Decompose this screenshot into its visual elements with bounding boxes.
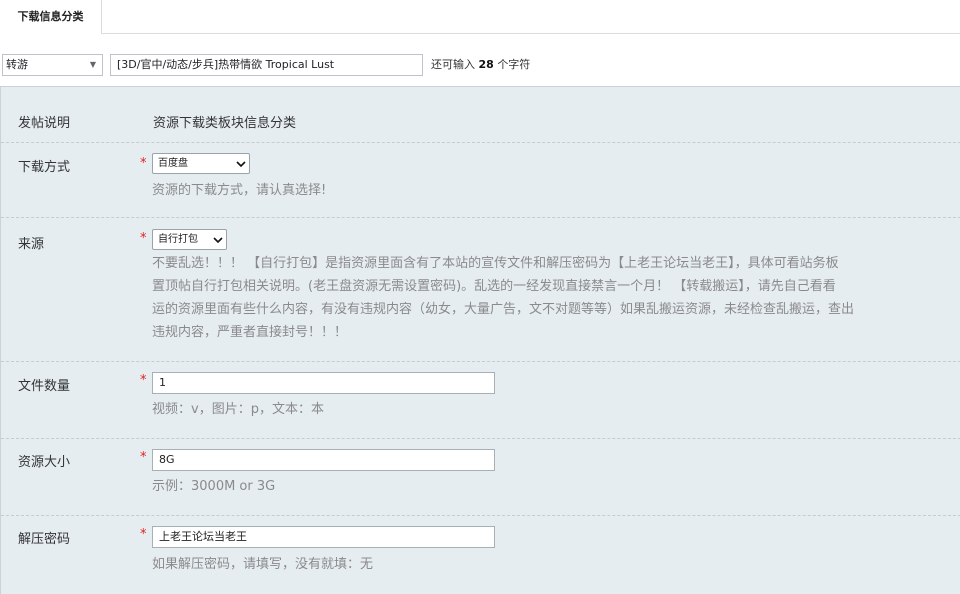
size-label: 资源大小	[18, 455, 71, 470]
form-row-size: 资源大小 * 8G 示例：3000M or 3G	[1, 439, 960, 516]
intro-label: 发帖说明	[18, 116, 71, 131]
required-mark: *	[140, 527, 147, 542]
form-row-file-count: 文件数量 * 1 视频：v，图片：p，文本：本	[1, 362, 960, 439]
thread-type-value: 转游	[6, 58, 28, 71]
source-hint-line: 违规内容，严重者直接封号！！！	[152, 325, 348, 340]
source-value: 自行打包	[158, 234, 198, 245]
form-row-download-method: 下载方式 * 百度盘 资源的下载方式，请认真选择!	[1, 143, 960, 218]
source-label: 来源	[18, 237, 45, 252]
form-row-source: 来源 * 自行打包 不要乱选！！！ 【自行打包】是指资源里面含有了本站的宣传文件…	[1, 218, 960, 362]
source-select[interactable]: 自行打包	[152, 229, 227, 250]
chevron-down-icon: ▼	[89, 60, 96, 69]
download-method-hint: 资源的下载方式，请认真选择!	[152, 183, 327, 198]
title-bar: 转游 ▼ [3D/官中/动态/步兵]热带情欲 Tropical Lust 还可输…	[0, 34, 960, 86]
form-panel: 发帖说明 资源下载类板块信息分类 下载方式 * 百度盘 资源的下载方式，请认真选…	[0, 86, 960, 594]
password-label: 解压密码	[18, 532, 71, 547]
required-mark: *	[140, 231, 147, 246]
chevron-down-icon	[236, 161, 246, 168]
required-mark: *	[140, 156, 147, 171]
file-count-label: 文件数量	[18, 379, 71, 394]
source-hint-line: 运的资源里面有些什么内容，有没有违规内容（幼女，大量广告，文不对题等等）如果乱搬…	[152, 302, 855, 317]
required-mark: *	[140, 450, 147, 465]
download-method-label: 下载方式	[18, 160, 71, 175]
tab-download-info[interactable]: 下载信息分类	[0, 0, 102, 34]
thread-type-select[interactable]: 转游 ▼	[2, 54, 103, 76]
intro-value: 资源下载类板块信息分类	[153, 116, 297, 131]
size-input[interactable]: 8G	[152, 449, 495, 471]
download-method-select[interactable]: 百度盘	[152, 153, 250, 174]
source-hint-line: 置顶帖自行打包相关说明。(老王盘资源无需设置密码)。乱选的一经发现直接禁言一个月…	[152, 279, 836, 294]
size-hint: 示例：3000M or 3G	[152, 479, 276, 494]
form-row-intro: 发帖说明 资源下载类板块信息分类	[1, 87, 960, 143]
source-hint-line: 不要乱选！！！ 【自行打包】是指资源里面含有了本站的宣传文件和解压密码为【上老王…	[152, 256, 839, 271]
remaining-count: 28	[478, 58, 494, 71]
tab-bar: 下载信息分类	[0, 0, 960, 34]
file-count-input[interactable]: 1	[152, 372, 495, 394]
required-mark: *	[140, 373, 147, 388]
remaining-prefix: 还可输入	[431, 58, 475, 71]
form-row-password: 解压密码 * 上老王论坛当老王 如果解压密码，请填写，没有就填：无	[1, 516, 960, 594]
remaining-chars: 还可输入 28 个字符	[431, 54, 530, 76]
download-method-value: 百度盘	[158, 158, 188, 169]
password-input[interactable]: 上老王论坛当老王	[152, 526, 495, 548]
remaining-suffix: 个字符	[497, 58, 531, 71]
title-input[interactable]: [3D/官中/动态/步兵]热带情欲 Tropical Lust	[110, 54, 423, 76]
password-hint: 如果解压密码，请填写，没有就填：无	[152, 557, 374, 572]
chevron-down-icon	[213, 237, 223, 244]
file-count-hint: 视频：v，图片：p，文本：本	[152, 402, 324, 417]
